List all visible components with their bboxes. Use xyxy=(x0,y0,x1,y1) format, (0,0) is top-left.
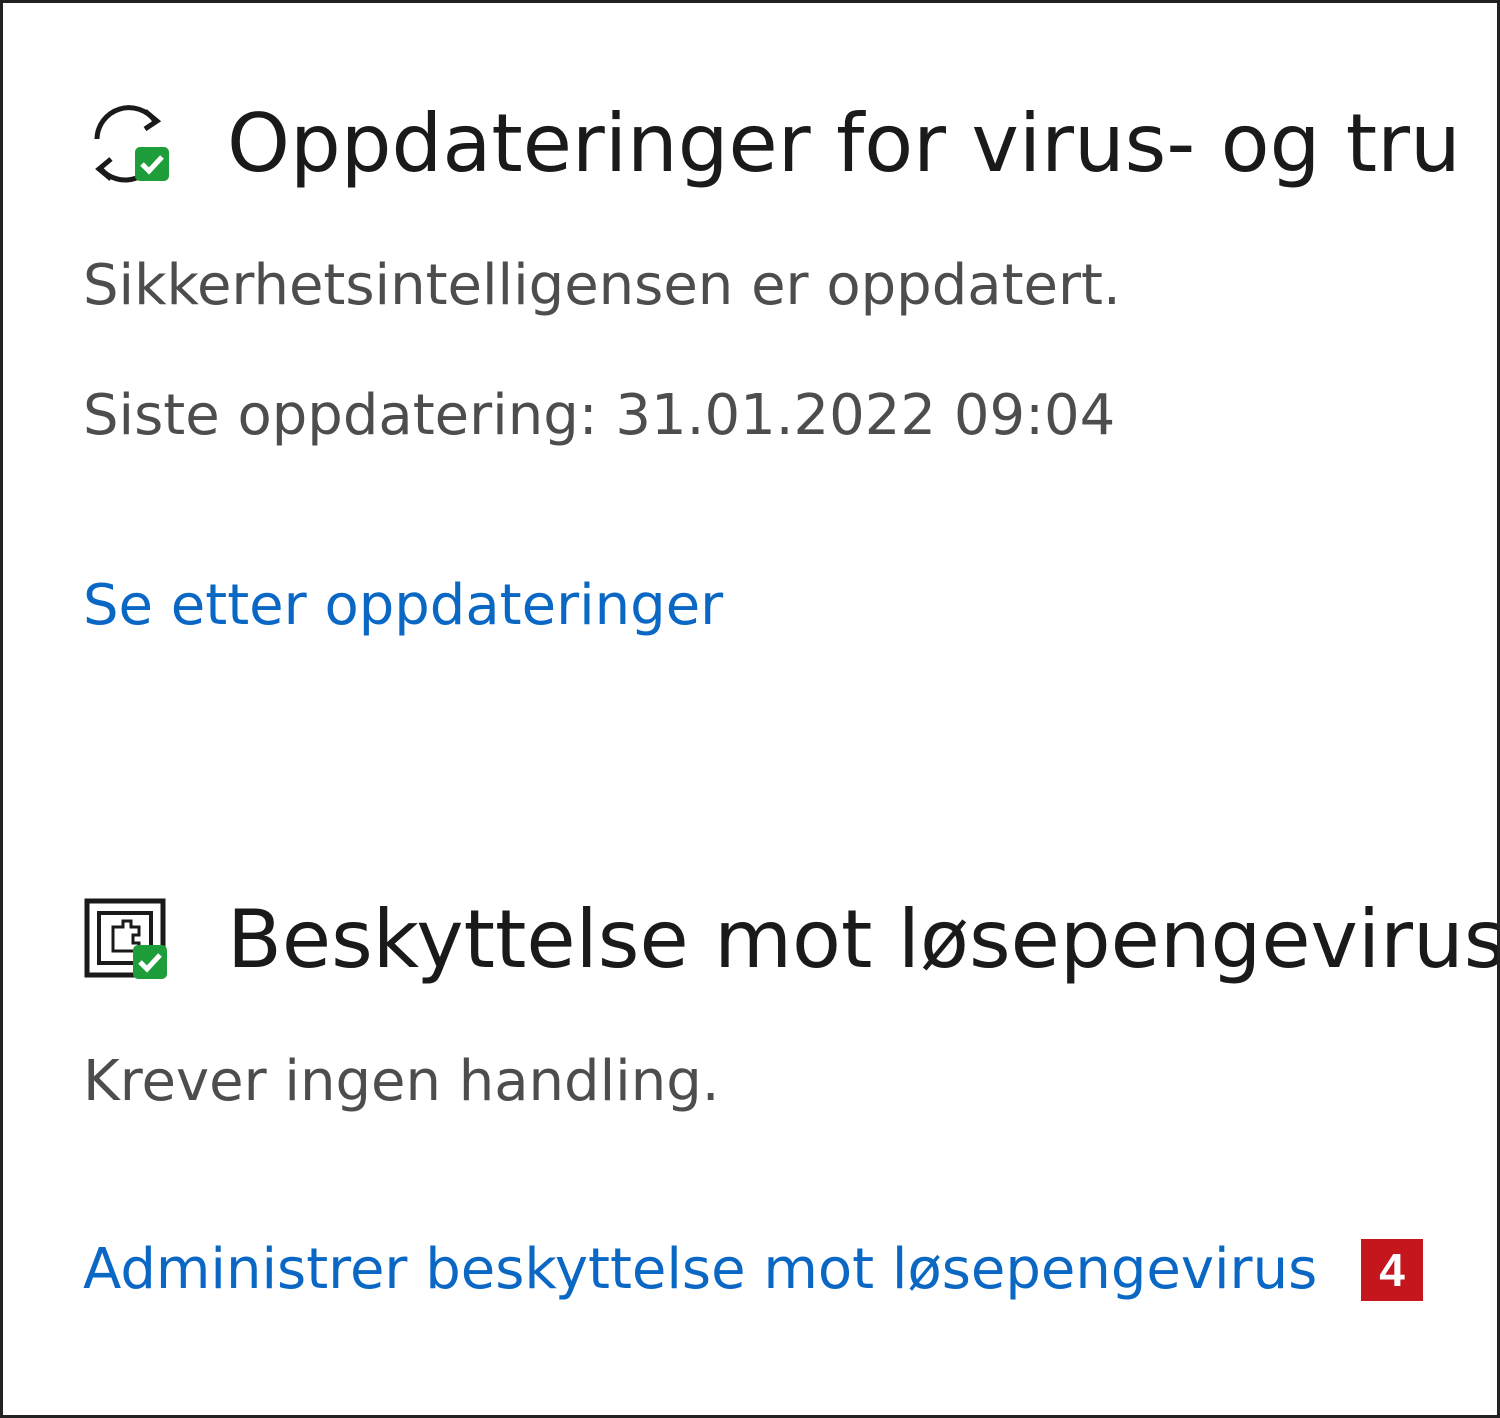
updates-title: Oppdateringer for virus- og tru xyxy=(227,97,1461,190)
manage-ransomware-link[interactable]: Administrer beskyttelse mot løsepengevir… xyxy=(83,1237,1317,1302)
check-updates-link[interactable]: Se etter oppdateringer xyxy=(83,573,723,638)
window-frame: Oppdateringer for virus- og tru Sikkerhe… xyxy=(0,0,1500,1418)
ransomware-title: Beskyttelse mot løsepengevirus xyxy=(227,893,1500,986)
callout-badge: 4 xyxy=(1361,1239,1423,1301)
refresh-check-icon xyxy=(83,99,173,189)
updates-heading-row: Oppdateringer for virus- og tru xyxy=(83,97,1461,190)
updates-section: Oppdateringer for virus- og tru Sikkerhe… xyxy=(3,3,1497,703)
ransomware-heading-row: Beskyttelse mot løsepengevirus xyxy=(83,893,1500,986)
updates-status-text: Sikkerhetsintelligensen er oppdatert. xyxy=(83,253,1121,318)
ransomware-folder-icon xyxy=(83,895,173,985)
ransomware-status-text: Krever ingen handling. xyxy=(83,1049,720,1114)
last-update-text: Siste oppdatering: 31.01.2022 09:04 xyxy=(83,383,1116,448)
